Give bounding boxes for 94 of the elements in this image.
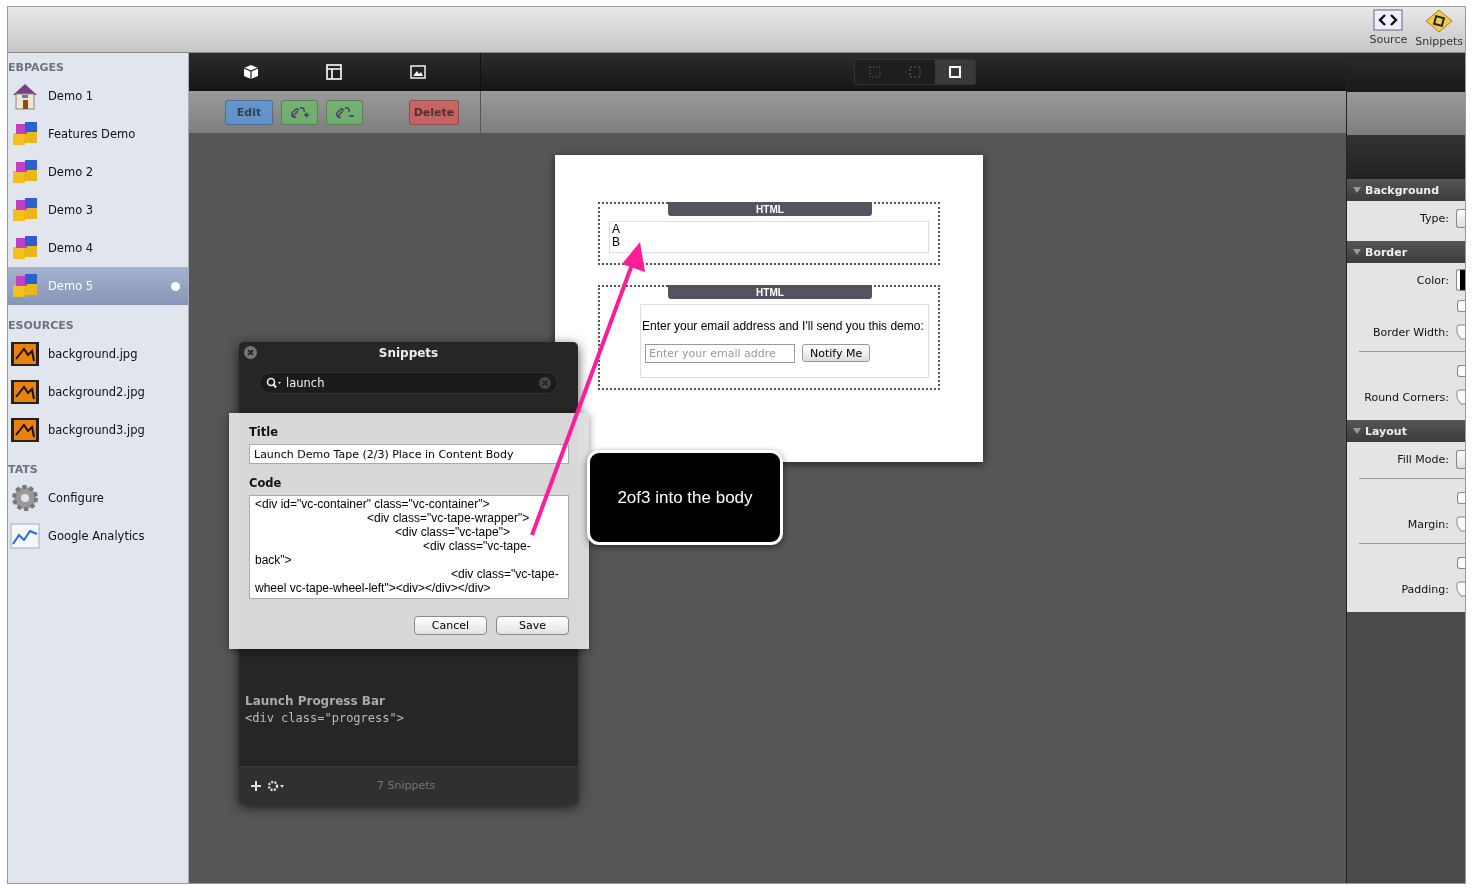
field-label: Type: bbox=[1420, 211, 1449, 225]
html-block[interactable]: HTML Enter your email address and I'll send you this demo: Enter your email addre Notify Me bbox=[598, 285, 940, 390]
snippets-icon bbox=[1424, 9, 1455, 33]
form-prompt: Enter your email address and I'll send you this demo: bbox=[642, 319, 925, 333]
callout-note: 2of3 into the body bbox=[587, 450, 783, 545]
item-label: background.jpg bbox=[48, 347, 138, 361]
item-label: Demo 3 bbox=[48, 203, 94, 217]
source-button[interactable]: Source bbox=[1369, 9, 1408, 46]
email-field[interactable]: Enter your email addre bbox=[645, 344, 795, 363]
sidebar-item[interactable]: Demo 4 bbox=[8, 229, 188, 267]
section-header[interactable]: Border bbox=[1347, 241, 1465, 263]
checkbox[interactable] bbox=[1457, 557, 1465, 569]
snippet-count: 7 Snippets bbox=[377, 779, 436, 792]
field-label: Round Corners: bbox=[1364, 390, 1449, 404]
section-header[interactable]: Layout bbox=[1347, 420, 1465, 442]
link-plus-icon bbox=[289, 104, 310, 120]
checkbox[interactable] bbox=[1457, 300, 1465, 312]
slider-knob-icon[interactable] bbox=[1456, 389, 1465, 405]
save-button[interactable]: Save bbox=[496, 616, 569, 635]
picture-icon[interactable] bbox=[410, 65, 427, 79]
sidebar-item[interactable]: background.jpg bbox=[8, 335, 188, 373]
item-label: background3.jpg bbox=[48, 423, 145, 437]
field-label: Color: bbox=[1416, 273, 1449, 287]
item-label: Configure bbox=[48, 491, 104, 505]
view-mode-button[interactable] bbox=[935, 60, 975, 84]
snippet-title[interactable]: Launch Progress Bar bbox=[245, 694, 572, 708]
link-minus-icon bbox=[334, 104, 355, 120]
title-field[interactable]: Launch Demo Tape (2/3) Place in Content Body bbox=[249, 444, 569, 464]
item-label: background2.jpg bbox=[48, 385, 145, 399]
section-heading: TATS bbox=[8, 461, 39, 478]
item-label: Google Analytics bbox=[48, 529, 145, 543]
item-label: Features Demo bbox=[48, 127, 136, 141]
slider-knob-icon[interactable] bbox=[1456, 516, 1465, 532]
section-title: Border bbox=[1365, 245, 1408, 259]
current-dot bbox=[171, 281, 180, 291]
triangle-icon bbox=[1353, 187, 1361, 193]
triangle-icon bbox=[1353, 249, 1361, 255]
search-icon bbox=[266, 377, 282, 389]
sidebar-item[interactable]: Configure bbox=[8, 479, 188, 517]
square-icon bbox=[949, 66, 961, 78]
sidebar-item[interactable]: background2.jpg bbox=[8, 373, 188, 411]
checkbox[interactable] bbox=[1457, 492, 1465, 504]
item-label: Demo 4 bbox=[48, 241, 94, 255]
sidebar-item[interactable]: Features Demo bbox=[8, 115, 188, 153]
dashed-square-icon bbox=[909, 66, 921, 78]
cancel-button[interactable]: Cancel bbox=[414, 616, 487, 635]
html-block[interactable]: HTML A B bbox=[598, 202, 940, 265]
sidebar-item[interactable]: Demo 2 bbox=[8, 153, 188, 191]
field-label: Border Width: bbox=[1372, 325, 1449, 339]
code-field[interactable]: <div id="vc-container" class="vc-container"> <div class="vc-tape-wrapper"> <div class="vc-tape"> <div class="vc-tape-back"> <div class="vc-tape-wheel vc-tape-wheel-left"><div></div></div> bbox=[249, 495, 569, 599]
gear-menu-button[interactable] bbox=[267, 779, 285, 792]
close-icon bbox=[247, 349, 254, 356]
triangle-icon bbox=[1353, 428, 1361, 434]
checkbox[interactable] bbox=[1457, 365, 1465, 377]
source-code-icon bbox=[1373, 9, 1404, 31]
sidebar-item[interactable]: Demo 1 bbox=[8, 77, 188, 115]
section-header[interactable]: Background bbox=[1347, 179, 1465, 201]
layout-icon[interactable] bbox=[326, 64, 343, 80]
title-label: Title bbox=[249, 425, 280, 439]
sidebar-item[interactable]: background3.jpg bbox=[8, 411, 188, 449]
snippet-code: <div class="progress"> bbox=[245, 711, 405, 725]
popup-button[interactable] bbox=[1456, 449, 1465, 469]
dotted-square-icon bbox=[869, 66, 881, 78]
image-file-icon bbox=[10, 379, 40, 405]
popup-button[interactable] bbox=[1456, 208, 1465, 228]
section-heading: EBPAGES bbox=[8, 59, 65, 76]
cube-icon[interactable] bbox=[242, 64, 259, 80]
sidebar-item[interactable]: Demo 3 bbox=[8, 191, 188, 229]
section-title: Background bbox=[1365, 183, 1440, 197]
notify-button[interactable]: Notify Me bbox=[802, 344, 871, 362]
text-content: A B bbox=[609, 221, 929, 253]
section-title: Layout bbox=[1365, 424, 1407, 438]
item-label: Demo 5 bbox=[48, 279, 94, 293]
snippets-button[interactable]: Snippets bbox=[1415, 9, 1463, 48]
slider-knob-icon[interactable] bbox=[1456, 324, 1465, 340]
add-button[interactable] bbox=[251, 780, 261, 791]
item-label: Demo 2 bbox=[48, 165, 94, 179]
field-label: Fill Mode: bbox=[1397, 452, 1449, 466]
item-label: Demo 1 bbox=[48, 89, 94, 103]
search-field[interactable]: launch bbox=[259, 372, 558, 394]
field-label: Padding: bbox=[1401, 582, 1449, 596]
close-button[interactable] bbox=[244, 346, 257, 359]
field-label: Margin: bbox=[1407, 517, 1449, 531]
image-file-icon bbox=[10, 417, 40, 443]
block-header: HTML bbox=[668, 285, 872, 299]
block-header: HTML bbox=[668, 202, 872, 216]
panel-title: Snippets bbox=[378, 345, 439, 360]
slider-knob-icon[interactable] bbox=[1456, 581, 1465, 597]
clear-icon[interactable] bbox=[539, 377, 551, 389]
image-file-icon bbox=[10, 341, 40, 367]
section-heading: ESOURCES bbox=[8, 317, 75, 334]
color-well[interactable] bbox=[1456, 269, 1465, 291]
code-label: Code bbox=[249, 476, 283, 490]
sidebar-item[interactable]: Google Analytics bbox=[8, 517, 188, 555]
